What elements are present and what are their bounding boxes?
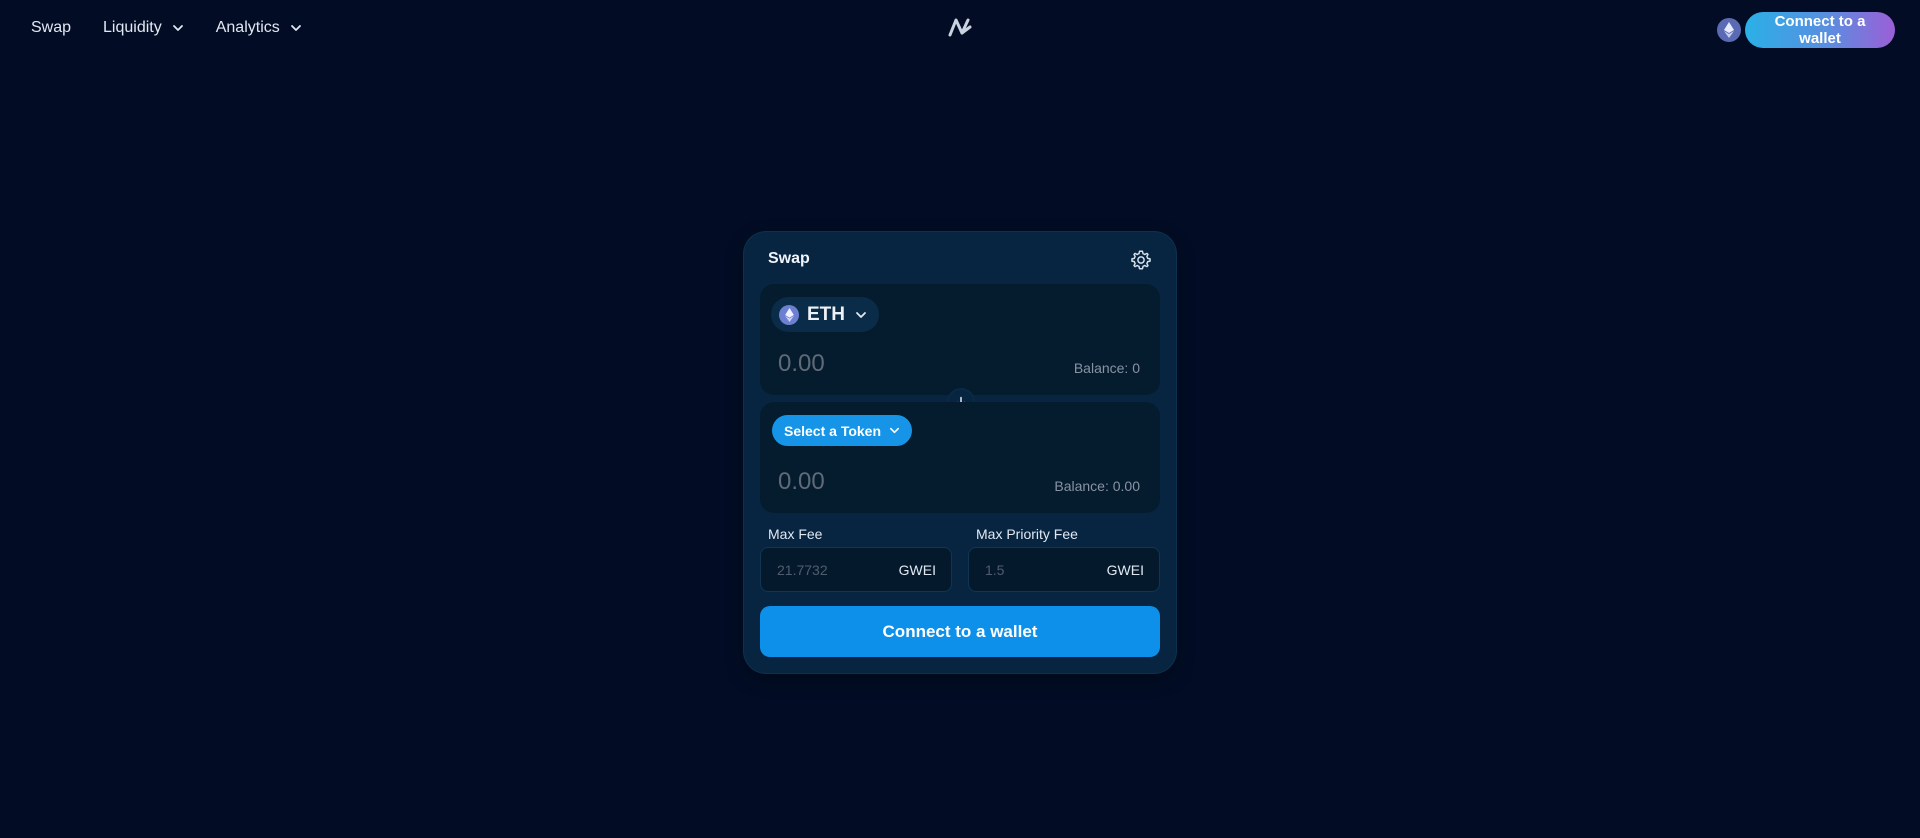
chevron-down-icon	[890, 427, 900, 434]
to-balance: Balance: 0.00	[1054, 478, 1140, 494]
gear-icon[interactable]	[1130, 249, 1152, 271]
from-token-selector[interactable]: ETH	[771, 297, 879, 332]
chevron-down-icon	[856, 311, 866, 318]
from-token-symbol: ETH	[807, 303, 845, 325]
swap-card: Swap ETH Balance: 0 Select a Token Balan…	[744, 232, 1176, 673]
swap-to-panel: Select a Token Balance: 0.00	[760, 402, 1160, 513]
nav-liquidity[interactable]: Liquidity	[103, 19, 184, 37]
chevron-down-icon	[290, 25, 301, 31]
connect-wallet-button[interactable]: Connect to a wallet	[1745, 12, 1895, 48]
max-fee-field: GWEI	[760, 547, 952, 592]
connect-wallet-main-button[interactable]: Connect to a wallet	[760, 606, 1160, 657]
from-balance: Balance: 0	[1073, 360, 1140, 376]
nav-analytics[interactable]: Analytics	[216, 19, 302, 37]
max-fee-label: Max Fee	[768, 526, 823, 542]
max-priority-fee-input[interactable]	[985, 560, 1095, 580]
zigzag-logo-icon[interactable]	[947, 15, 973, 39]
swap-from-panel: ETH Balance: 0	[760, 284, 1160, 395]
nav-swap[interactable]: Swap	[31, 19, 71, 37]
nav-liquidity-label: Liquidity	[103, 19, 162, 36]
nav-swap-label: Swap	[31, 19, 72, 36]
nav-analytics-label: Analytics	[215, 19, 280, 36]
top-navbar: Swap Liquidity Analytics Connect to a wa…	[0, 0, 1920, 60]
max-priority-fee-unit: GWEI	[1106, 562, 1144, 578]
network-selector[interactable]	[1717, 18, 1741, 42]
from-amount-input[interactable]	[778, 348, 978, 380]
ethereum-icon	[1724, 22, 1734, 38]
max-priority-fee-field: GWEI	[968, 547, 1160, 592]
select-token-label: Select a Token	[784, 422, 882, 439]
max-fee-input[interactable]	[777, 560, 887, 580]
max-fee-unit: GWEI	[898, 562, 936, 578]
main-nav: Swap Liquidity Analytics	[31, 19, 334, 37]
max-priority-fee-label: Max Priority Fee	[976, 526, 1078, 542]
header-actions: Connect to a wallet	[1717, 12, 1895, 48]
select-token-button[interactable]: Select a Token	[772, 415, 913, 446]
chevron-down-icon	[172, 25, 183, 31]
swap-title: Swap	[768, 250, 810, 267]
ethereum-icon	[779, 304, 799, 325]
to-amount-input[interactable]	[778, 466, 978, 498]
